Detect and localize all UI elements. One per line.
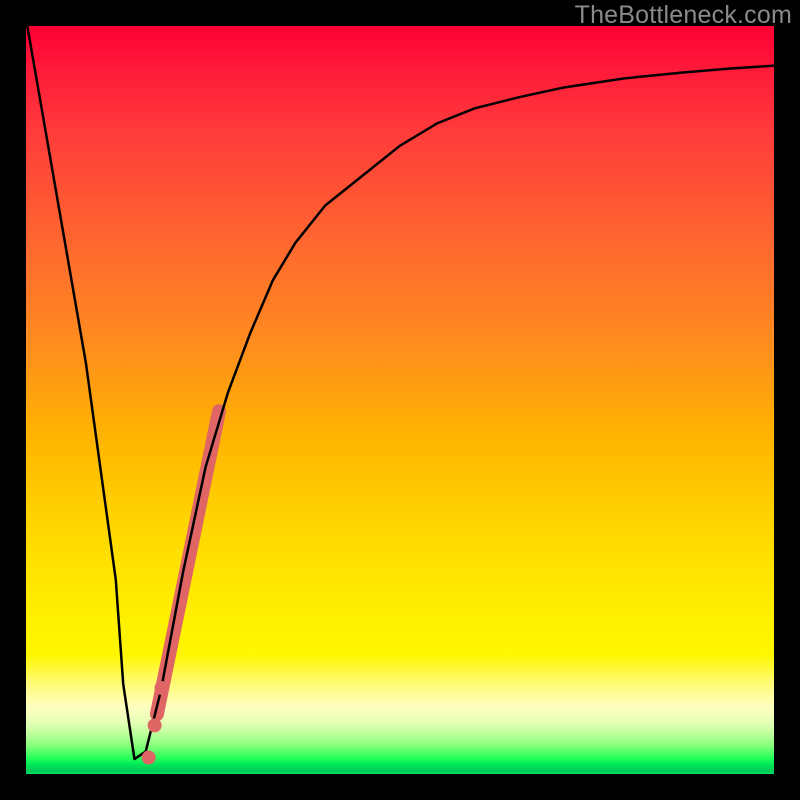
- plot-area: [26, 26, 774, 774]
- highlight-dot: [154, 681, 168, 695]
- chart-frame: TheBottleneck.com: [0, 0, 800, 800]
- bottleneck-curve-path: [26, 19, 774, 760]
- curve-layer: [26, 19, 774, 760]
- highlight-dot: [148, 718, 162, 732]
- watermark-text: TheBottleneck.com: [575, 1, 792, 30]
- highlight-dot: [142, 751, 156, 765]
- chart-svg: [26, 26, 774, 774]
